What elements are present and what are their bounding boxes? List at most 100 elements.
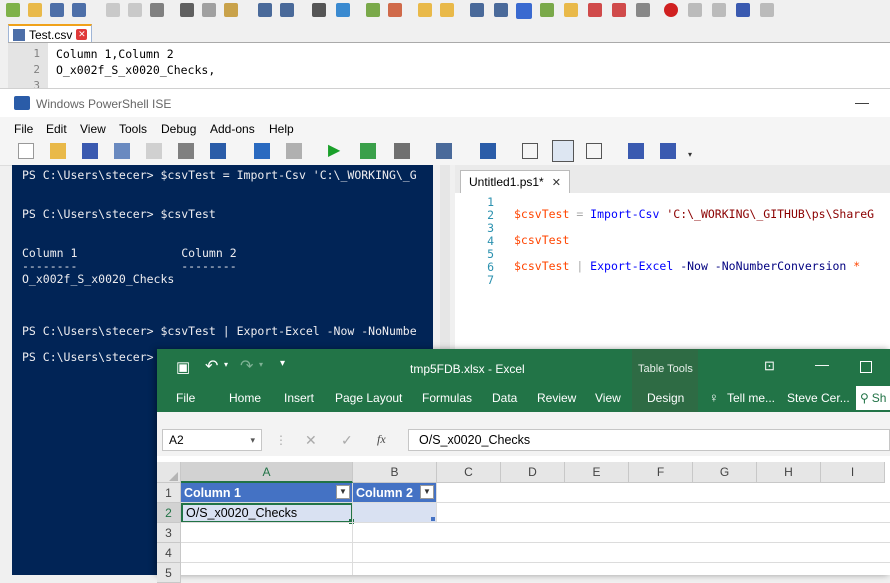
column-header-b[interactable]: B (353, 462, 437, 483)
open-folder-icon[interactable] (28, 3, 42, 17)
share-button[interactable]: ⚲ Sh (856, 386, 890, 410)
user-account[interactable]: Steve Cer... (787, 391, 850, 405)
column-header-h[interactable]: H (757, 462, 821, 483)
new-file-icon[interactable] (6, 3, 20, 17)
tab-view[interactable]: View (595, 391, 621, 405)
toolbar-overflow-icon[interactable]: ▾ (688, 150, 696, 159)
tab-formulas[interactable]: Formulas (422, 391, 472, 405)
fill-handle[interactable] (349, 519, 354, 524)
table-resize-handle[interactable] (431, 517, 435, 521)
print-icon[interactable] (150, 3, 164, 17)
script-tab-untitled1[interactable]: Untitled1.ps1* ✕ (460, 170, 570, 193)
show-script-top-icon[interactable] (522, 143, 538, 159)
enter-entry-icon[interactable]: ✓ (341, 432, 353, 449)
cell-b2[interactable] (353, 503, 437, 523)
copy-icon[interactable] (202, 3, 216, 17)
redo-icon[interactable] (280, 3, 294, 17)
menu-debug[interactable]: Debug (161, 122, 196, 136)
doc-map-icon[interactable] (564, 3, 578, 17)
undo-icon[interactable] (254, 143, 270, 159)
cut-icon[interactable] (114, 143, 130, 159)
save-all-icon[interactable] (72, 3, 86, 17)
column-header-e[interactable]: E (565, 462, 629, 483)
tell-me-search[interactable]: Tell me... (727, 391, 775, 405)
close-tab-icon[interactable]: ✕ (552, 176, 561, 189)
formula-input[interactable]: O/S_x0020_Checks (408, 429, 890, 451)
start-powershell-icon[interactable] (480, 143, 496, 159)
sync-v-icon[interactable] (418, 3, 432, 17)
minimize-button[interactable]: — (855, 94, 869, 110)
show-all-chars-icon[interactable] (494, 3, 508, 17)
menu-help[interactable]: Help (269, 122, 294, 136)
save-icon[interactable] (50, 3, 64, 17)
lang-icon[interactable] (540, 3, 554, 17)
folder-workspace-icon[interactable] (612, 3, 626, 17)
stop-icon[interactable] (394, 143, 410, 159)
run-macro-multiple-icon[interactable] (736, 3, 750, 17)
menu-file[interactable]: File (14, 122, 33, 136)
maximize-button[interactable] (860, 361, 872, 373)
column-header-g[interactable]: G (693, 462, 757, 483)
menu-add-ons[interactable]: Add-ons (210, 122, 255, 136)
minimize-button[interactable]: — (815, 356, 829, 372)
show-command-window-icon[interactable] (628, 143, 644, 159)
insert-function-icon[interactable]: fx (377, 432, 386, 447)
filter-dropdown-icon[interactable]: ▼ (336, 485, 350, 499)
column-header-d[interactable]: D (501, 462, 565, 483)
row-header-3[interactable]: 3 (157, 523, 181, 543)
open-icon[interactable] (50, 143, 66, 159)
close-file-icon[interactable] (106, 3, 120, 17)
row-header-1[interactable]: 1 (157, 483, 181, 503)
row-header-4[interactable]: 4 (157, 543, 181, 563)
sync-h-icon[interactable] (440, 3, 454, 17)
close-all-icon[interactable] (128, 3, 142, 17)
tab-data[interactable]: Data (492, 391, 517, 405)
show-command-addon-icon[interactable] (660, 143, 676, 159)
menu-edit[interactable]: Edit (46, 122, 67, 136)
tab-file[interactable]: File (176, 391, 195, 405)
copy-icon[interactable] (146, 143, 162, 159)
ribbon-display-options-icon[interactable]: ⊡ (764, 358, 775, 374)
tab-page-layout[interactable]: Page Layout (335, 391, 402, 405)
new-script-icon[interactable] (18, 143, 34, 159)
redo-icon[interactable]: ↷ (240, 356, 253, 376)
redo-dropdown-icon[interactable]: ▾ (259, 360, 263, 369)
clear-console-icon[interactable] (210, 143, 226, 159)
tab-design[interactable]: Design (647, 391, 684, 405)
show-script-maximized-icon[interactable] (586, 143, 602, 159)
zoom-out-icon[interactable] (388, 3, 402, 17)
save-macro-icon[interactable] (760, 3, 774, 17)
name-box-dropdown-icon[interactable]: ▾ (250, 435, 255, 446)
customize-qat-icon[interactable]: ▾ (280, 358, 285, 369)
cell-a1[interactable]: Column 1 ▼ (181, 483, 353, 503)
npp-file-tab[interactable]: Test.csv ✕ (8, 24, 93, 43)
save-icon[interactable] (82, 143, 98, 159)
cell-b1[interactable]: Column 2 ▼ (353, 483, 437, 503)
replace-icon[interactable] (336, 3, 350, 17)
word-wrap-icon[interactable] (470, 3, 484, 17)
redo-icon[interactable] (286, 143, 302, 159)
tab-home[interactable]: Home (229, 391, 261, 405)
undo-icon[interactable] (258, 3, 272, 17)
column-header-f[interactable]: F (629, 462, 693, 483)
function-list-icon[interactable] (588, 3, 602, 17)
undo-dropdown-icon[interactable]: ▾ (224, 360, 228, 369)
menu-tools[interactable]: Tools (119, 122, 147, 136)
record-macro-icon[interactable] (664, 3, 678, 17)
zoom-in-icon[interactable] (366, 3, 380, 17)
undo-icon[interactable]: ↶ (205, 356, 218, 376)
column-header-i[interactable]: I (821, 462, 885, 483)
paste-icon[interactable] (224, 3, 238, 17)
tab-insert[interactable]: Insert (284, 391, 314, 405)
monitoring-icon[interactable] (636, 3, 650, 17)
filter-dropdown-icon[interactable]: ▼ (420, 485, 434, 499)
close-tab-icon[interactable]: ✕ (76, 29, 88, 40)
tab-review[interactable]: Review (537, 391, 576, 405)
find-icon[interactable] (312, 3, 326, 17)
menu-view[interactable]: View (80, 122, 106, 136)
remote-powershell-icon[interactable] (436, 143, 452, 159)
cell-a2[interactable]: O/S_x0020_Checks (181, 503, 353, 523)
cut-icon[interactable] (180, 3, 194, 17)
show-script-right-icon[interactable] (552, 140, 574, 162)
play-macro-icon[interactable] (712, 3, 726, 17)
